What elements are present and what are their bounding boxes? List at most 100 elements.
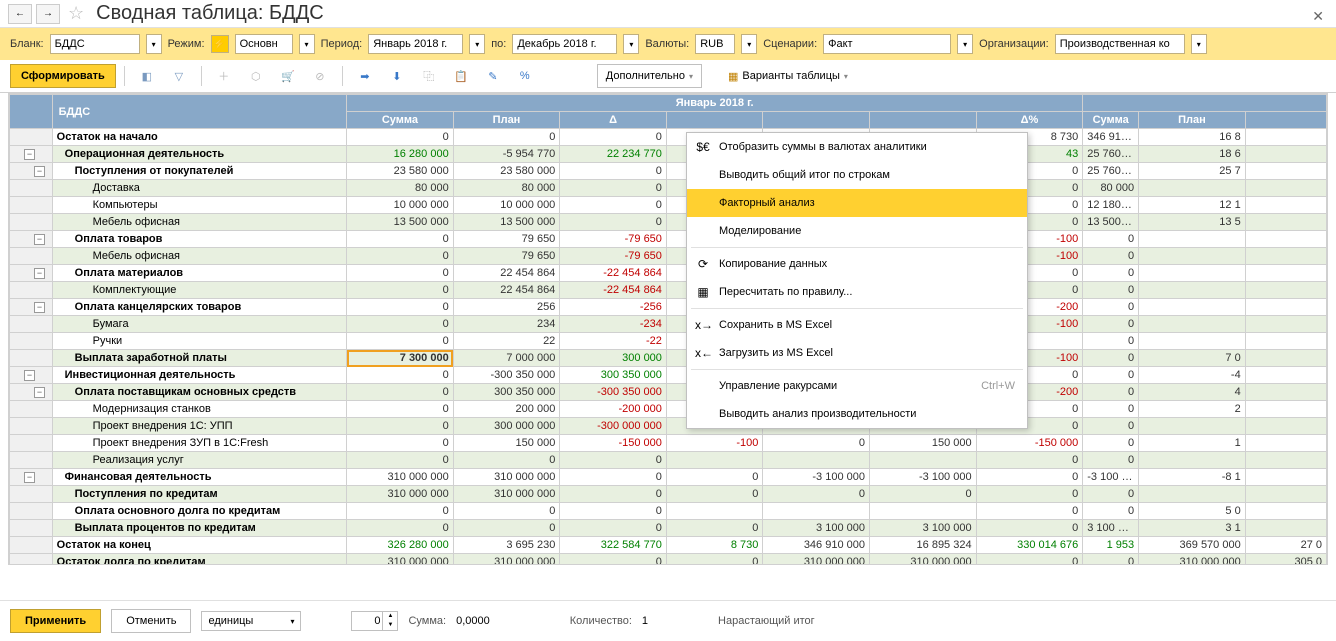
data-cell[interactable]: 0 <box>1083 401 1139 418</box>
data-cell[interactable]: 0 <box>1083 333 1139 350</box>
arrow-right-blue-icon[interactable]: ➡ <box>351 64 379 88</box>
tree-expander[interactable]: − <box>34 387 45 398</box>
data-cell[interactable]: 0 <box>560 129 667 146</box>
data-cell[interactable]: 22 234 770 <box>560 146 667 163</box>
data-cell[interactable]: 3 1 <box>1139 520 1246 537</box>
tree-expander[interactable]: − <box>34 166 45 177</box>
row-label[interactable]: Мебель офисная <box>52 214 346 231</box>
data-cell[interactable]: 0 <box>560 197 667 214</box>
data-cell[interactable]: 13 5 <box>1139 214 1246 231</box>
data-cell[interactable]: 150 000 <box>869 435 976 452</box>
data-cell[interactable]: 322 584 770 <box>560 537 667 554</box>
data-cell[interactable]: 0 <box>453 503 560 520</box>
form-button[interactable]: Сформировать <box>10 64 116 88</box>
data-cell[interactable]: -150 000 <box>976 435 1083 452</box>
nav-forward-button[interactable]: → <box>36 4 60 24</box>
data-cell[interactable]: 300 000 <box>560 350 667 367</box>
data-cell[interactable]: 25 760 000 <box>1083 163 1139 180</box>
data-cell[interactable] <box>1245 299 1326 316</box>
data-cell[interactable]: -22 <box>560 333 667 350</box>
data-cell[interactable] <box>1139 486 1246 503</box>
data-cell[interactable]: 0 <box>560 486 667 503</box>
menu-item[interactable]: ▦Пересчитать по правилу... <box>687 278 1027 306</box>
spinner-up-icon[interactable]: ▲ <box>383 612 397 621</box>
data-cell[interactable]: 0 <box>453 452 560 469</box>
data-cell[interactable]: 310 000 000 <box>1139 554 1246 566</box>
arrow-down-blue-icon[interactable]: ⬇ <box>383 64 411 88</box>
delete-icon[interactable]: ⊘ <box>306 64 334 88</box>
spinner-down-icon[interactable]: ▼ <box>383 621 397 630</box>
scenario-input[interactable] <box>823 34 951 54</box>
data-cell[interactable]: 0 <box>666 520 762 537</box>
row-label[interactable]: Поступления от покупателей <box>52 163 346 180</box>
data-cell[interactable]: -3 100 000 <box>763 469 870 486</box>
data-cell[interactable]: 0 <box>976 520 1083 537</box>
decimals-input[interactable] <box>352 613 382 629</box>
period-from-dropdown-button[interactable]: ▾ <box>469 34 485 54</box>
data-cell[interactable]: 10 000 000 <box>347 197 454 214</box>
menu-item[interactable]: Выводить анализ производительности <box>687 400 1027 428</box>
data-cell[interactable]: -300 350 000 <box>560 384 667 401</box>
data-cell[interactable]: 0 <box>453 129 560 146</box>
data-cell[interactable]: 3 695 230 <box>453 537 560 554</box>
data-cell[interactable]: 13 500 000 <box>453 214 560 231</box>
data-cell[interactable]: 23 580 000 <box>453 163 560 180</box>
data-cell[interactable]: -256 <box>560 299 667 316</box>
blank-input[interactable] <box>50 34 140 54</box>
data-cell[interactable]: -4 <box>1139 367 1246 384</box>
data-cell[interactable]: 22 <box>453 333 560 350</box>
data-cell[interactable]: -3 100 000 <box>1083 469 1139 486</box>
data-cell[interactable]: -150 000 <box>560 435 667 452</box>
data-cell[interactable]: 0 <box>1083 452 1139 469</box>
data-cell[interactable]: 0 <box>666 469 762 486</box>
data-cell[interactable]: 80 000 <box>1083 180 1139 197</box>
data-cell[interactable]: 0 <box>1083 231 1139 248</box>
data-cell[interactable]: 0 <box>976 486 1083 503</box>
data-cell[interactable]: -300 350 000 <box>453 367 560 384</box>
data-cell[interactable]: 4 <box>1139 384 1246 401</box>
data-cell[interactable]: 0 <box>347 129 454 146</box>
mode-input[interactable] <box>235 34 293 54</box>
data-cell[interactable]: 369 570 000 <box>1139 537 1246 554</box>
data-cell[interactable]: 0 <box>560 554 667 566</box>
data-cell[interactable]: 330 014 676 <box>976 537 1083 554</box>
data-cell[interactable]: 310 000 000 <box>453 469 560 486</box>
data-cell[interactable] <box>1245 486 1326 503</box>
data-cell[interactable]: 300 350 000 <box>453 384 560 401</box>
menu-item[interactable]: Выводить общий итог по строкам <box>687 161 1027 189</box>
data-cell[interactable]: 79 650 <box>453 231 560 248</box>
variants-dropdown[interactable]: ▦ Варианты таблицы ▾ <box>720 64 856 88</box>
data-cell[interactable]: 18 6 <box>1139 146 1246 163</box>
data-cell[interactable] <box>1245 265 1326 282</box>
data-cell[interactable]: 0 <box>347 401 454 418</box>
menu-item[interactable]: ⟳Копирование данных <box>687 250 1027 278</box>
data-cell[interactable]: 0 <box>347 503 454 520</box>
data-cell[interactable]: 0 <box>347 333 454 350</box>
data-cell[interactable]: 234 <box>453 316 560 333</box>
data-cell[interactable]: 12 180 000 <box>1083 197 1139 214</box>
data-cell[interactable] <box>1245 146 1326 163</box>
favorite-star-icon[interactable]: ☆ <box>68 3 84 24</box>
menu-item[interactable]: Управление ракурсамиCtrl+W <box>687 372 1027 400</box>
data-cell[interactable]: 0 <box>560 452 667 469</box>
data-cell[interactable]: 0 <box>1083 418 1139 435</box>
period-to-dropdown-button[interactable]: ▾ <box>623 34 639 54</box>
data-cell[interactable]: 0 <box>560 469 667 486</box>
row-label[interactable]: Проект внедрения ЗУП в 1C:Fresh <box>52 435 346 452</box>
data-cell[interactable]: 346 910 000 <box>1083 129 1139 146</box>
data-cell[interactable]: 7 300 000 <box>347 350 454 367</box>
data-cell[interactable]: 150 000 <box>453 435 560 452</box>
data-cell[interactable]: 0 <box>1083 299 1139 316</box>
data-cell[interactable]: -100 <box>666 435 762 452</box>
data-cell[interactable]: 0 <box>976 554 1083 566</box>
data-cell[interactable]: 310 000 000 <box>347 554 454 566</box>
data-cell[interactable]: 326 280 000 <box>347 537 454 554</box>
data-cell[interactable]: 5 0 <box>1139 503 1246 520</box>
data-cell[interactable]: 0 <box>976 503 1083 520</box>
data-cell[interactable]: 22 454 864 <box>453 282 560 299</box>
data-cell[interactable] <box>1245 435 1326 452</box>
data-cell[interactable]: 0 <box>1083 384 1139 401</box>
data-cell[interactable] <box>1139 248 1246 265</box>
data-cell[interactable]: 3 100 000 <box>1083 520 1139 537</box>
data-cell[interactable]: 23 580 000 <box>347 163 454 180</box>
